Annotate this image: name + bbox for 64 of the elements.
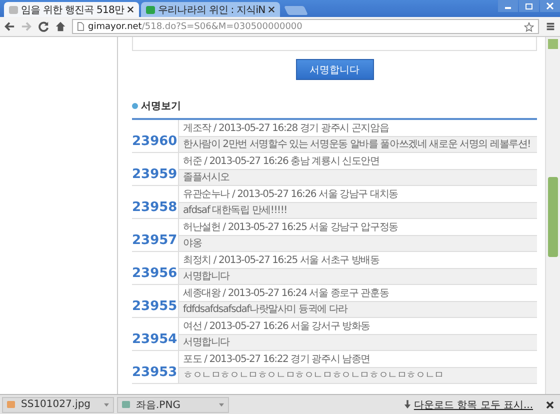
signature-message: 서명합니다 [179, 268, 537, 284]
signature-message: 서명합니다 [179, 334, 537, 350]
close-button[interactable] [540, 0, 560, 12]
signature-number: 23953 [132, 364, 178, 382]
file-icon [7, 401, 15, 408]
file-name: 좌음.PNG [136, 398, 182, 412]
signature-number: 23960 [132, 133, 178, 151]
page-icon [77, 22, 84, 31]
restore-button[interactable] [519, 0, 539, 12]
star-icon[interactable] [524, 22, 534, 32]
signature-message: 야옹 [179, 234, 537, 251]
minimize-button[interactable] [498, 0, 518, 12]
download-item[interactable]: SS101027.jpg [2, 396, 114, 412]
signature-number: 23959 [132, 166, 178, 184]
close-icon [545, 2, 555, 10]
restore-icon [524, 2, 534, 10]
comment-field[interactable] [132, 37, 537, 51]
signature-message: 졸플서시오 [179, 168, 537, 185]
signature-meta: 세종대왕 / 2013-05-27 16:24 서울 종로구 관훈동 [182, 286, 390, 300]
file-icon [122, 401, 130, 408]
dropdown-icon[interactable] [219, 402, 224, 406]
signature-number: 23957 [132, 232, 178, 250]
signature-number: 23954 [132, 331, 178, 349]
tab-title: 우리나라의 위인 : 지식iN [158, 4, 266, 16]
new-tab-button[interactable] [284, 6, 308, 15]
show-all-downloads-link[interactable]: 다운로드 항목 모두 표시... [414, 398, 533, 412]
address-bar[interactable]: gimayor.net/518.do?S=S06&M=030500000000 [72, 19, 539, 34]
signature-number: 23958 [132, 199, 178, 217]
close-icon[interactable] [546, 400, 554, 408]
download-icon [404, 400, 411, 409]
scrollbar[interactable] [545, 37, 560, 394]
signature-message: ㅎㅇㄴㅁㅎㅇㄴㅁㅎㅇㄴㅁㅎㅇㄴㅁㅎㅇㄴㅁㅎㅇㄴㅁㅎㅇㄴㅁ [179, 366, 537, 383]
signature-message: fdfdsafdsafsdaf나랏말사미 듕귁에 다라 [179, 300, 537, 317]
url-text: gimayor.net/518.do?S=S06&M=030500000000 [88, 22, 304, 32]
signature-number: 23956 [132, 265, 178, 283]
scroll-thumb[interactable] [548, 177, 558, 257]
back-icon[interactable] [4, 21, 15, 32]
download-item[interactable]: 좌음.PNG [117, 396, 229, 412]
signature-message: 한사람이 2만번 서명할수 있는 서명운동 알바를 풀아쓰겠네 새로운 서명의 레볼루션! [179, 136, 537, 152]
browser-tab[interactable]: 우리나라의 위인 : 지식iN [141, 2, 280, 17]
signature-message: afdsaf 대한독립 만세!!!!! [179, 202, 537, 218]
signature-meta: 여선 / 2013-05-27 16:26 서울 강서구 방화동 [182, 320, 371, 334]
signature-meta: 유관순누나 / 2013-05-27 16:26 서울 강남구 대치동 [182, 188, 399, 202]
menu-icon[interactable] [545, 21, 556, 32]
signature-meta: 허준 / 2013-05-27 16:26 충남 계룡시 신도안면 [182, 154, 380, 168]
bullet-icon [132, 103, 138, 109]
signature-number: 23955 [132, 298, 178, 316]
file-name: SS101027.jpg [21, 399, 92, 410]
favicon-icon [146, 6, 156, 14]
signature-meta: 최정치 / 2013-05-27 16:25 서울 서초구 방배동 [182, 254, 380, 268]
tab-title: 임을 위한 행진곡 518만 [21, 4, 124, 16]
home-icon[interactable] [55, 21, 66, 32]
reload-icon[interactable] [38, 21, 49, 32]
dropdown-icon[interactable] [104, 402, 109, 406]
signature-meta: 허난설헌 / 2013-05-27 16:25 서울 강남구 압구정동 [182, 220, 399, 234]
forward-icon[interactable] [21, 21, 32, 32]
close-icon[interactable] [268, 6, 276, 13]
browser-tab[interactable]: 임을 위한 행진곡 518만 [4, 2, 140, 17]
signature-meta: 게조작 / 2013-05-27 16:28 경기 광주시 곤지암읍 [182, 122, 390, 136]
close-icon[interactable] [127, 6, 134, 13]
section-title: 서명보기 [141, 100, 181, 113]
favicon-icon [9, 6, 18, 14]
sign-button[interactable]: 서명합니다 [296, 59, 374, 80]
signature-meta: 포도 / 2013-05-27 16:22 경기 광주시 남종면 [182, 352, 371, 366]
